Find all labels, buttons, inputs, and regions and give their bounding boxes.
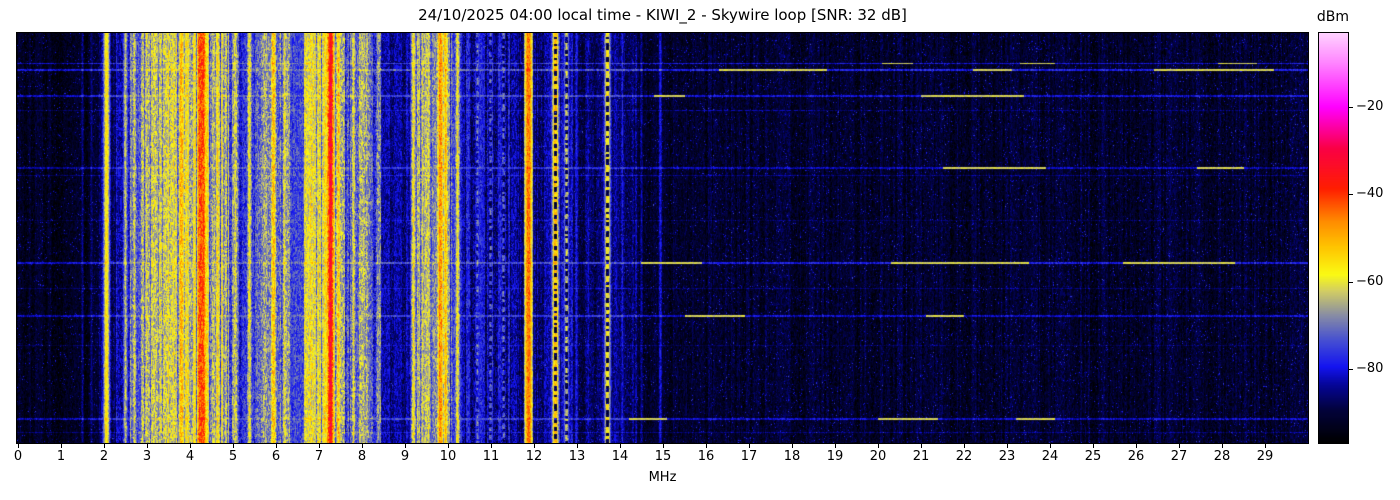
x-tick-label: 1 bbox=[56, 449, 66, 464]
x-tick-mark bbox=[921, 444, 922, 448]
x-tick-label: 2 bbox=[99, 449, 109, 464]
x-tick-label: 22 bbox=[955, 449, 973, 464]
x-tick-mark bbox=[878, 444, 879, 448]
x-tick-mark bbox=[104, 444, 105, 448]
x-tick-mark bbox=[534, 444, 535, 448]
x-tick-mark bbox=[18, 444, 19, 448]
x-tick-label: 0 bbox=[13, 449, 23, 464]
x-tick-mark bbox=[620, 444, 621, 448]
chart-title: 24/10/2025 04:00 local time - KIWI_2 - S… bbox=[418, 6, 907, 24]
colorbar bbox=[1318, 32, 1349, 444]
x-tick-label: 12 bbox=[525, 449, 543, 464]
x-tick-label: 16 bbox=[697, 449, 715, 464]
x-tick-mark bbox=[577, 444, 578, 448]
x-tick-label: 10 bbox=[439, 449, 457, 464]
x-tick-label: 15 bbox=[654, 449, 672, 464]
x-tick-mark bbox=[362, 444, 363, 448]
x-tick-mark bbox=[835, 444, 836, 448]
colorbar-tick-mark bbox=[1349, 282, 1353, 283]
colorbar-tick-label: −20 bbox=[1356, 99, 1384, 114]
x-tick-label: 24 bbox=[1041, 449, 1059, 464]
x-tick-label: 3 bbox=[142, 449, 152, 464]
x-tick-mark bbox=[190, 444, 191, 448]
x-tick-label: 9 bbox=[400, 449, 410, 464]
x-tick-label: 20 bbox=[869, 449, 887, 464]
x-tick-label: 28 bbox=[1213, 449, 1231, 464]
colorbar-tick-mark bbox=[1349, 194, 1353, 195]
x-tick-label: 4 bbox=[185, 449, 195, 464]
x-tick-mark bbox=[1265, 444, 1266, 448]
x-tick-label: 18 bbox=[783, 449, 801, 464]
colorbar-label: dBm bbox=[1316, 9, 1350, 25]
x-tick-label: 14 bbox=[611, 449, 629, 464]
x-tick-label: 27 bbox=[1170, 449, 1188, 464]
x-tick-label: 6 bbox=[271, 449, 281, 464]
x-tick-mark bbox=[1007, 444, 1008, 448]
x-tick-mark bbox=[1222, 444, 1223, 448]
x-tick-mark bbox=[964, 444, 965, 448]
x-tick-mark bbox=[491, 444, 492, 448]
x-tick-mark bbox=[1136, 444, 1137, 448]
x-tick-mark bbox=[792, 444, 793, 448]
x-tick-label: 17 bbox=[740, 449, 758, 464]
colorbar-tick-label: −80 bbox=[1356, 361, 1384, 376]
x-tick-label: 7 bbox=[314, 449, 324, 464]
x-tick-mark bbox=[1093, 444, 1094, 448]
colorbar-tick-mark bbox=[1349, 107, 1353, 108]
x-tick-mark bbox=[319, 444, 320, 448]
spectrogram-canvas bbox=[16, 32, 1309, 444]
x-axis-label: MHz bbox=[648, 470, 677, 485]
colorbar-tick-label: −40 bbox=[1356, 186, 1384, 201]
spectrogram-figure: 24/10/2025 04:00 local time - KIWI_2 - S… bbox=[0, 0, 1400, 500]
x-tick-label: 25 bbox=[1084, 449, 1102, 464]
x-tick-mark bbox=[1179, 444, 1180, 448]
x-tick-label: 8 bbox=[357, 449, 367, 464]
x-tick-label: 11 bbox=[482, 449, 500, 464]
x-tick-label: 23 bbox=[998, 449, 1016, 464]
x-tick-label: 29 bbox=[1256, 449, 1274, 464]
colorbar-tick-label: −60 bbox=[1356, 274, 1384, 289]
x-tick-mark bbox=[448, 444, 449, 448]
x-tick-label: 19 bbox=[826, 449, 844, 464]
x-tick-label: 5 bbox=[228, 449, 238, 464]
x-tick-mark bbox=[61, 444, 62, 448]
x-tick-mark bbox=[233, 444, 234, 448]
x-tick-mark bbox=[147, 444, 148, 448]
x-tick-mark bbox=[706, 444, 707, 448]
x-tick-mark bbox=[1050, 444, 1051, 448]
x-tick-label: 21 bbox=[912, 449, 930, 464]
x-tick-mark bbox=[276, 444, 277, 448]
x-tick-label: 26 bbox=[1127, 449, 1145, 464]
x-tick-mark bbox=[749, 444, 750, 448]
colorbar-tick-mark bbox=[1349, 369, 1353, 370]
x-tick-label: 13 bbox=[568, 449, 586, 464]
x-tick-mark bbox=[405, 444, 406, 448]
x-tick-mark bbox=[663, 444, 664, 448]
